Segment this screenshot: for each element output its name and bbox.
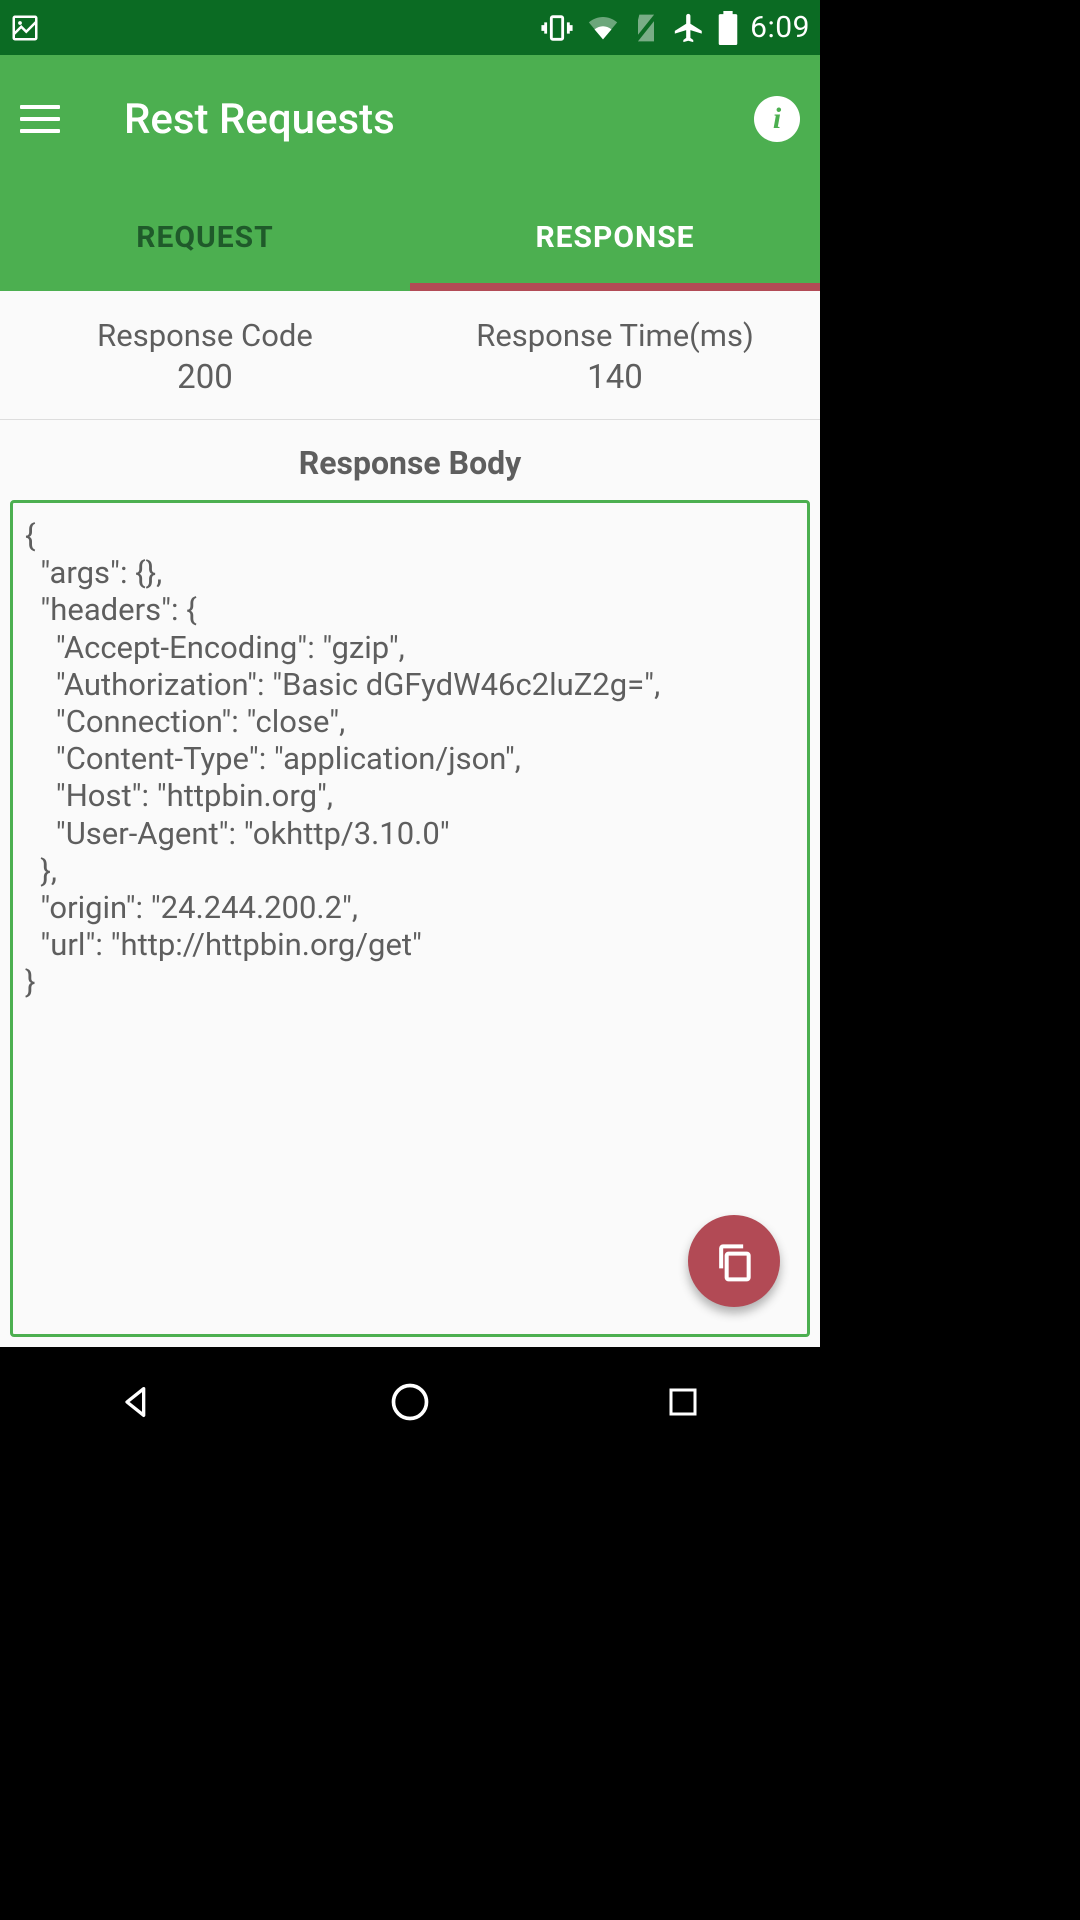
home-button[interactable] xyxy=(380,1372,440,1432)
copy-button[interactable] xyxy=(688,1215,780,1307)
tab-response-label: RESPONSE xyxy=(535,220,694,255)
tabs: REQUEST RESPONSE xyxy=(0,183,820,291)
response-code-value: 200 xyxy=(10,358,400,397)
app-bar: Rest Requests i xyxy=(0,55,820,183)
response-time-value: 140 xyxy=(420,358,810,397)
menu-button[interactable] xyxy=(20,97,64,141)
status-right: 6:09 xyxy=(540,10,810,45)
response-summary: Response Code 200 Response Time(ms) 140 xyxy=(0,291,820,420)
screenshot-icon xyxy=(10,13,40,43)
navigation-bar xyxy=(0,1347,820,1457)
app-title: Rest Requests xyxy=(124,95,754,144)
tab-request-label: REQUEST xyxy=(136,220,274,255)
back-button[interactable] xyxy=(107,1372,167,1432)
tab-response[interactable]: RESPONSE xyxy=(410,183,820,291)
response-time-label: Response Time(ms) xyxy=(420,317,810,354)
screen-root: 6:09 Rest Requests i REQUEST RESPONSE Re… xyxy=(0,0,820,1457)
response-body-heading: Response Body xyxy=(10,420,810,500)
no-sim-icon xyxy=(632,12,660,44)
vibrate-icon xyxy=(540,11,574,45)
status-left xyxy=(10,13,40,43)
status-bar: 6:09 xyxy=(0,0,820,55)
response-code-label: Response Code xyxy=(10,317,400,354)
response-time-cell: Response Time(ms) 140 xyxy=(410,291,820,419)
airplane-icon xyxy=(672,11,706,45)
recent-apps-button[interactable] xyxy=(653,1372,713,1432)
response-body-text[interactable]: { "args": {}, "headers": { "Accept-Encod… xyxy=(10,500,810,1337)
wifi-icon xyxy=(586,13,620,43)
status-time: 6:09 xyxy=(750,10,810,45)
battery-icon xyxy=(718,11,738,45)
info-button[interactable]: i xyxy=(754,96,800,142)
tab-request[interactable]: REQUEST xyxy=(0,183,410,291)
copy-icon xyxy=(712,1239,756,1283)
response-code-cell: Response Code 200 xyxy=(0,291,410,419)
response-body-wrap: { "args": {}, "headers": { "Accept-Encod… xyxy=(10,500,810,1337)
response-body-section: Response Body { "args": {}, "headers": {… xyxy=(0,420,820,1347)
